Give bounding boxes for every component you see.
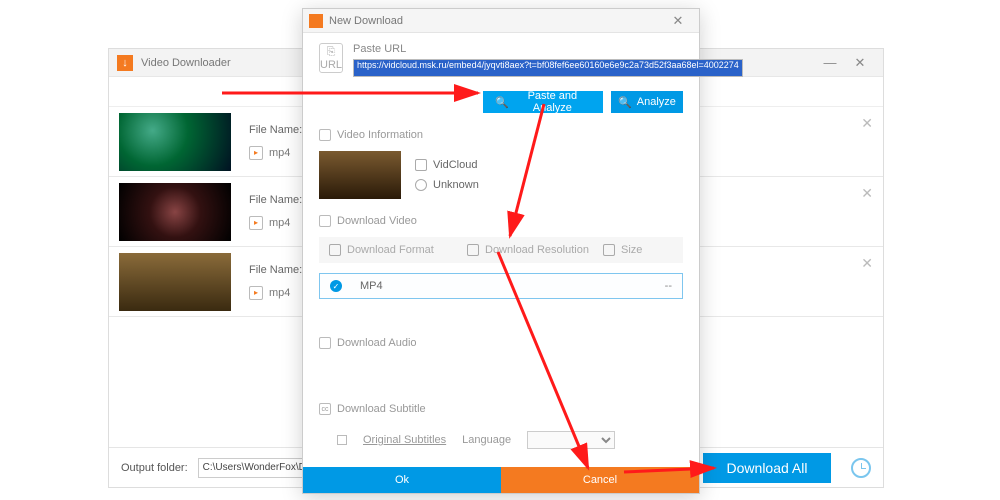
download-subtitle-header: cc Download Subtitle bbox=[319, 403, 683, 415]
format-table-header: Download Format Download Resolution Size bbox=[319, 237, 683, 263]
dialog-title: New Download bbox=[329, 15, 403, 27]
url-icon: ⎘URL bbox=[319, 43, 343, 73]
audio-icon bbox=[319, 337, 331, 349]
schedule-icon[interactable] bbox=[851, 458, 871, 478]
video-icon bbox=[319, 215, 331, 227]
format-size: -- bbox=[665, 280, 672, 292]
info-thumbnail bbox=[319, 151, 401, 199]
url-input[interactable]: https://vidcloud.msk.ru/embed4/jyqvti8ae… bbox=[353, 59, 743, 77]
app-title: Video Downloader bbox=[141, 57, 231, 69]
format-label: mp4 bbox=[269, 217, 290, 229]
format-icon: ▸ bbox=[249, 146, 263, 160]
clock-icon bbox=[415, 179, 427, 191]
cc-icon: cc bbox=[319, 403, 331, 415]
remove-item-button[interactable]: ✕ bbox=[861, 185, 873, 202]
format-label: mp4 bbox=[269, 287, 290, 299]
size-icon bbox=[603, 244, 615, 256]
source-label: VidCloud bbox=[433, 159, 477, 171]
format-icon bbox=[329, 244, 341, 256]
duration-label: Unknown bbox=[433, 179, 479, 191]
output-folder-label: Output folder: bbox=[121, 462, 188, 474]
new-download-dialog: New Download ✕ ⎘URL Paste URL https://vi… bbox=[302, 8, 700, 494]
language-select[interactable] bbox=[527, 431, 615, 449]
original-subtitles-label: Original Subtitles bbox=[363, 434, 446, 446]
paste-and-analyze-button[interactable]: 🔍 Paste and Analyze bbox=[483, 91, 603, 113]
cancel-button[interactable]: Cancel bbox=[501, 467, 699, 493]
format-icon: ▸ bbox=[249, 216, 263, 230]
video-info-header: Video Information bbox=[319, 129, 683, 141]
video-thumbnail bbox=[119, 183, 231, 241]
close-button[interactable]: ✕ bbox=[845, 53, 875, 73]
app-logo-icon: ↓ bbox=[117, 55, 133, 71]
filename-label: File Name: bbox=[249, 264, 302, 276]
remove-item-button[interactable]: ✕ bbox=[861, 115, 873, 132]
format-row[interactable]: ✓ MP4 -- bbox=[319, 273, 683, 299]
dialog-titlebar: New Download ✕ bbox=[303, 9, 699, 33]
info-icon bbox=[319, 129, 331, 141]
source-icon bbox=[415, 159, 427, 171]
language-label: Language bbox=[462, 434, 511, 446]
minimize-button[interactable]: — bbox=[815, 53, 845, 73]
search-icon: 🔍 bbox=[495, 96, 509, 109]
dialog-logo-icon bbox=[309, 14, 323, 28]
format-name: MP4 bbox=[360, 280, 665, 292]
download-all-button[interactable]: Download All bbox=[703, 453, 831, 483]
remove-item-button[interactable]: ✕ bbox=[861, 255, 873, 272]
download-audio-header: Download Audio bbox=[319, 337, 683, 349]
format-label: mp4 bbox=[269, 147, 290, 159]
format-icon: ▸ bbox=[249, 286, 263, 300]
video-thumbnail bbox=[119, 113, 231, 171]
ok-button[interactable]: Ok bbox=[303, 467, 501, 493]
paste-url-label: Paste URL bbox=[353, 43, 743, 55]
dialog-close-button[interactable]: ✕ bbox=[663, 11, 693, 31]
filename-label: File Name: bbox=[249, 124, 302, 136]
filename-label: File Name: bbox=[249, 194, 302, 206]
resolution-icon bbox=[467, 244, 479, 256]
video-thumbnail bbox=[119, 253, 231, 311]
analyze-button[interactable]: 🔍 Analyze bbox=[611, 91, 683, 113]
check-icon: ✓ bbox=[330, 280, 342, 292]
original-subtitles-checkbox[interactable] bbox=[337, 435, 347, 445]
search-icon: 🔍 bbox=[618, 96, 632, 109]
download-video-header: Download Video bbox=[319, 215, 683, 227]
